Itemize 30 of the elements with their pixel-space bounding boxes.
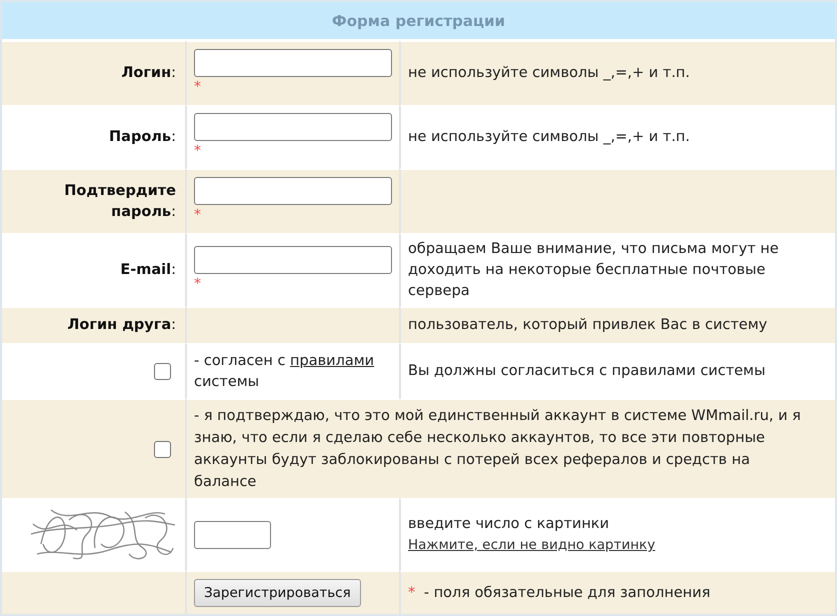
field-label: E-mail: — [120, 262, 176, 278]
required-mark: * — [408, 584, 416, 600]
field-label: Логин друга: — [67, 317, 176, 333]
field-label: Пароль: — [109, 129, 176, 145]
reload-captcha-link[interactable]: Нажмите, если не видно картинку — [408, 537, 656, 553]
text-input-field[interactable] — [194, 113, 392, 141]
text-input-field[interactable] — [194, 177, 392, 205]
checkbox[interactable] — [154, 440, 171, 458]
field-hint: не используйте символы _,=,+ и т.п. — [408, 65, 690, 81]
checkbox[interactable] — [154, 362, 171, 380]
confirmation-text: - я подтверждаю, что это мой единственный аккаунт в системе WMmail.ru, и я знаю, что если я сделаю себе несколько аккаунтов, то все эти повторные аккаунты будут заблокированы с потерей всех рефералов и средств на балансе — [194, 407, 802, 492]
rules-link[interactable]: правилами — [290, 352, 374, 368]
form-title: Форма регистрации — [2, 2, 835, 41]
field-hint: Вы должны согласиться с правилами системы — [408, 363, 766, 379]
field-hint: пользователь, который привлек Вас в систему — [408, 317, 768, 333]
field-label: Логин: — [121, 65, 176, 81]
required-mark: * — [194, 208, 201, 222]
field-label: Подтвердите пароль: — [64, 182, 176, 220]
required-mark: * — [194, 277, 201, 291]
text-input-field[interactable] — [194, 246, 392, 274]
register-button[interactable]: Зарегистрироваться — [194, 579, 361, 607]
required-mark: * — [194, 80, 201, 94]
required-mark: * — [194, 144, 201, 158]
text-input-field[interactable] — [194, 49, 392, 77]
captcha-input-field[interactable] — [194, 521, 271, 549]
field-hint: не используйте символы _,=,+ и т.п. — [408, 129, 690, 145]
agreement-label: - согласен с правилами системы — [194, 352, 374, 390]
required-note: - поля обязательные для заполнения — [424, 584, 710, 600]
captcha-hint: введите число с картинки — [408, 515, 610, 534]
field-hint: обращаем Ваше внимание, что письма могут не доходить на некоторые бесплатные почтовые сервера — [408, 241, 779, 299]
